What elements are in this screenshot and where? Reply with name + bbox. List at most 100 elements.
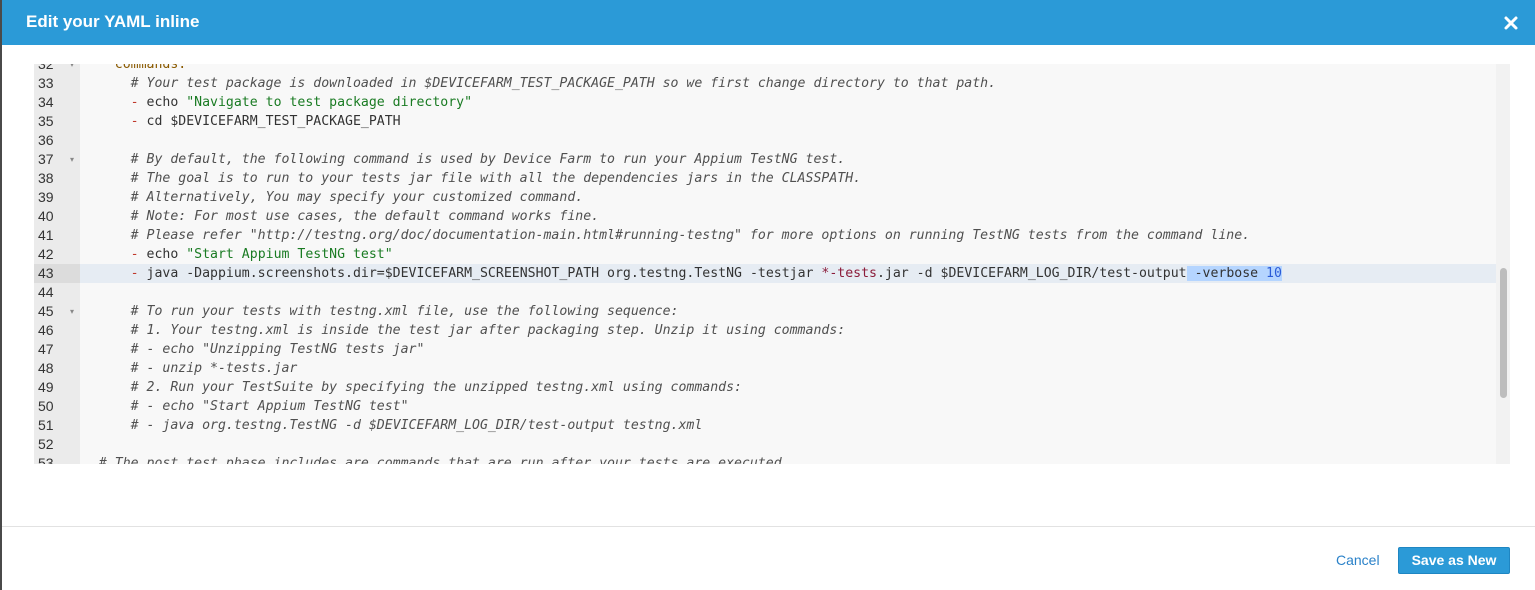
code-token: echo	[138, 247, 187, 262]
line-number: 50	[34, 397, 80, 416]
line-number-text: 50	[38, 398, 54, 414]
fold-arrow-icon[interactable]: ▾	[70, 150, 74, 169]
code-token: .jar -d $DEVICEFARM_LOG_DIR/test-output	[876, 266, 1187, 281]
code-text: # The post test phase includes are comma…	[83, 454, 790, 464]
code-line[interactable]: 48 # - unzip *-tests.jar	[34, 359, 1510, 378]
editor-scrollbar[interactable]	[1496, 64, 1510, 464]
code-line[interactable]: 34 - echo "Navigate to test package dire…	[34, 93, 1510, 112]
yaml-code-editor[interactable]: 32 ▾ commands: 33 # Your test package is d…	[34, 64, 1510, 464]
code-text: # Note: For most use cases, the default …	[83, 207, 599, 226]
code-text: # By default, the following command is u…	[83, 150, 846, 169]
code-line[interactable]: 50 # - echo "Start Appium TestNG test"	[34, 397, 1510, 416]
line-number-text: 53	[38, 455, 54, 464]
modal-header: Edit your YAML inline	[2, 0, 1535, 45]
code-line[interactable]: 37 ▾ # By default, the following command …	[34, 150, 1510, 169]
code-line[interactable]: 44	[34, 283, 1510, 302]
code-token: -	[130, 247, 139, 262]
code-token: # 1. Your testng.xml is inside the test …	[130, 323, 846, 338]
line-number-text: 45	[38, 303, 54, 319]
code-text: # Your test package is downloaded in $DE…	[83, 74, 996, 93]
line-number: 34	[34, 93, 80, 112]
line-number-text: 35	[38, 113, 54, 129]
code-line[interactable]: 46 # 1. Your testng.xml is inside the te…	[34, 321, 1510, 340]
code-line[interactable]: 41 # Please refer "http://testng.org/doc…	[34, 226, 1510, 245]
code-token: # The post test phase includes are comma…	[98, 456, 790, 464]
code-token: # To run your tests with testng.xml file…	[130, 304, 679, 319]
editor-scroll-thumb[interactable]	[1500, 268, 1507, 398]
code-line[interactable]: 32 ▾ commands:	[34, 64, 1510, 74]
code-lines: 32 ▾ commands: 33 # Your test package is d…	[34, 64, 1510, 464]
code-token: # Note: For most use cases, the default …	[130, 209, 600, 224]
save-as-new-button[interactable]: Save as New	[1398, 547, 1510, 574]
close-button[interactable]	[1502, 14, 1520, 32]
code-token: commands:	[114, 64, 187, 72]
line-number: 53	[34, 454, 80, 464]
line-number-text: 41	[38, 227, 54, 243]
code-line[interactable]: 35 - cd $DEVICEFARM_TEST_PACKAGE_PATH	[34, 112, 1510, 131]
code-text: commands:	[83, 64, 186, 74]
code-text: - echo "Navigate to test package directo…	[83, 93, 472, 112]
code-token: -	[130, 266, 139, 281]
code-token: # - echo "Unzipping TestNG tests jar"	[130, 342, 425, 357]
code-token: # The goal is to run to your tests jar f…	[130, 171, 862, 186]
code-token: 10	[1266, 266, 1282, 281]
line-number-text: 46	[38, 322, 54, 338]
line-number-text: 43	[38, 265, 54, 281]
code-text: - java -Dappium.screenshots.dir=$DEVICEF…	[83, 264, 1282, 283]
code-line[interactable]: 39 # Alternatively, You may specify your…	[34, 188, 1510, 207]
line-number-text: 44	[38, 284, 54, 300]
fold-arrow-icon[interactable]: ▾	[70, 302, 74, 321]
line-number-text: 49	[38, 379, 54, 395]
line-number-text: 48	[38, 360, 54, 376]
line-number-text: 37	[38, 151, 54, 167]
cancel-button[interactable]: Cancel	[1336, 552, 1380, 568]
line-number-text: 39	[38, 189, 54, 205]
code-line[interactable]: 43 - java -Dappium.screenshots.dir=$DEVI…	[34, 264, 1510, 283]
line-number-text: 34	[38, 94, 54, 110]
code-line[interactable]: 42 - echo "Start Appium TestNG test"	[34, 245, 1510, 264]
code-token: "Navigate to test package directory"	[186, 95, 473, 110]
line-number: 45 ▾	[34, 302, 80, 321]
code-text: - echo "Start Appium TestNG test"	[83, 245, 393, 264]
fold-arrow-icon[interactable]: ▾	[70, 64, 74, 74]
modal-title: Edit your YAML inline	[26, 12, 200, 31]
line-number: 36	[34, 131, 80, 150]
code-text: # 2. Run your TestSuite by specifying th…	[83, 378, 742, 397]
code-token: *-tests	[821, 266, 877, 281]
code-text: # Please refer "http://testng.org/doc/do…	[83, 226, 1250, 245]
code-line[interactable]: 51 # - java org.testng.TestNG -d $DEVICE…	[34, 416, 1510, 435]
line-number-text: 51	[38, 417, 54, 433]
code-text: # The goal is to run to your tests jar f…	[83, 169, 861, 188]
code-token: -	[130, 114, 139, 129]
line-number: 35	[34, 112, 80, 131]
code-line[interactable]: 53 # The post test phase includes are co…	[34, 454, 1510, 464]
line-number: 40	[34, 207, 80, 226]
code-text: # To run your tests with testng.xml file…	[83, 302, 679, 321]
code-line[interactable]: 33 # Your test package is downloaded in …	[34, 74, 1510, 93]
code-line[interactable]: 36	[34, 131, 1510, 150]
code-text: # - echo "Start Appium TestNG test"	[83, 397, 409, 416]
code-line[interactable]: 38 # The goal is to run to your tests ja…	[34, 169, 1510, 188]
code-token: # 2. Run your TestSuite by specifying th…	[130, 380, 742, 395]
code-line[interactable]: 40 # Note: For most use cases, the defau…	[34, 207, 1510, 226]
code-line[interactable]: 49 # 2. Run your TestSuite by specifying…	[34, 378, 1510, 397]
code-text: - cd $DEVICEFARM_TEST_PACKAGE_PATH	[83, 112, 401, 131]
code-token: "Start Appium TestNG test"	[186, 247, 393, 262]
code-line[interactable]: 45 ▾ # To run your tests with testng.xml …	[34, 302, 1510, 321]
code-token: java -Dappium.screenshots.dir=$DEVICEFAR…	[138, 266, 822, 281]
line-number: 41	[34, 226, 80, 245]
code-token: # - java org.testng.TestNG -d $DEVICEFAR…	[130, 418, 703, 433]
code-line[interactable]: 52	[34, 435, 1510, 454]
code-line[interactable]: 47 # - echo "Unzipping TestNG tests jar"	[34, 340, 1510, 359]
line-number: 37 ▾	[34, 150, 80, 169]
